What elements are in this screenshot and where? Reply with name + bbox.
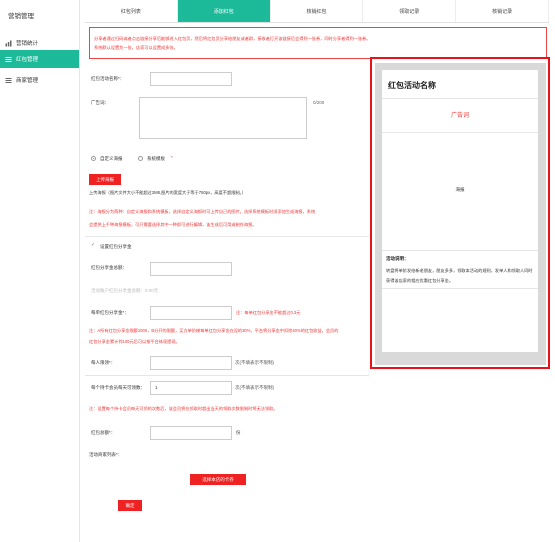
preview-divider [382,250,538,251]
system-template-radio[interactable] [138,156,143,161]
ad-text-counter: 0/200 [313,100,325,105]
tab-verify-redpacket[interactable]: 核销红包 [271,0,364,22]
notice-line: 分享者通过扫码或者点击链接分享后能够进入红包页，然后将红包页分享给朋友或者群，接… [94,36,371,41]
preview-poster: 海报 [455,187,465,192]
sidebar-item-label: 红包管理 [16,57,39,63]
sidebar-item-redpacket-management[interactable]: 红包管理 [0,50,79,68]
sidebar-item-label: 商家管理 [16,78,39,84]
per-day-label: 每个持卡会员每天可领数： [91,385,145,390]
chart-icon [5,40,12,47]
tab-add-redpacket[interactable]: 添加红包 [177,0,271,22]
share-hint-line1: 注：A所有红包分享金限额1000，B分开的限额，买方单阶梯每单红包分享金在设的3… [89,328,339,333]
system-template-label: 系统模板 [147,156,165,161]
upload-hint: 上传海报（图片文件大小不能超过2M8,图片的宽度大于等于750px，高度不超限制… [89,190,246,195]
preview-divider [382,288,538,289]
preview-card: 红包活动名称 广告词 海报 活动说明： 转盘将单阶发给新老朋友，朋友多多，领取本… [382,70,538,352]
per-day-hint: 注：设置每个持卡会员每天可领的次数后，该会员将在领取时超出当天的领取次数限制时将… [89,406,278,411]
custom-poster-label: 自定义海报 [100,156,123,161]
daily-limit-input[interactable] [150,356,232,370]
per-amount-note: 注：每单红包分享金不能超过0.3元 [236,310,301,315]
preview-ad-text: 广告词 [450,113,469,119]
preview-rules-label: 活动说明： [386,256,409,261]
sidebar-title: 营销管理 [8,13,34,20]
list-icon [5,56,12,63]
per-amount-label: 每单红包分享金*： [91,310,129,315]
upload-poster-button[interactable]: 上传海报 [89,174,121,185]
total-label: 红包总额*： [91,430,116,435]
notice-box: 分享者通过扫码或者点击链接分享后能够进入红包页，然后将红包页分享给朋友或者群，接… [89,27,547,59]
tab-bar: 红包列表 添加红包 核销红包 领取记录 核销记录 [85,0,549,23]
daily-limit-label: 每人限领*： [91,360,116,365]
preview-rules-text: 转盘将单阶发给新老朋友，朋友多多，领取本活动的规则，发单人和领取人同时获得该店家… [386,268,533,283]
section-divider [85,375,369,376]
share-hint-line2: 红包分享金累计到100元后可以按平台体现提现。 [89,339,180,344]
per-day-note: 次(不填表示不限制) [235,385,274,390]
preview-divider [382,132,538,133]
activity-name-input[interactable] [150,72,232,86]
poster-notice-line1: 注：海报分为两种：自定义海报和系统模板，选择自定义海报时可上传自己的图片。选择系… [89,209,316,214]
share-checkbox[interactable]: ✓ [91,242,95,248]
notice-line: 系统默认设置为一张，店家可以设置成多张。 [94,45,178,50]
select-coupon-button[interactable]: 选择本店的卡券 [190,474,246,485]
share-check-label: 设置红包分享金 [100,244,132,249]
merchant-list-label: 活动商家列表*： [89,452,123,457]
tab-verify-records[interactable]: 核销记录 [456,0,549,22]
activity-name-label: 红包活动名称*： [91,76,125,81]
confirm-button[interactable]: 确定 [118,500,142,511]
list-icon [5,77,12,84]
poster-notice-line2: 会提供上千种海报模板，可只需要选择其中一种即可进行编辑，该生成后可用或制作海报。 [89,222,257,227]
share-balance-text: 活动账户红包分享金总额：0.00元 [91,288,159,293]
sidebar: 营销管理 营销统计 红包管理 商家管理 [0,0,80,542]
tab-claim-records[interactable]: 领取记录 [363,0,457,22]
share-amount-input[interactable] [150,262,232,276]
preview-title: 红包活动名称 [388,81,436,90]
share-amount-label: 红包分享金总额： [91,265,127,270]
per-day-input[interactable]: 1 [150,381,232,395]
sidebar-item-label: 营销统计 [16,41,39,47]
ad-text-textarea[interactable] [139,97,307,139]
daily-limit-note: 次(不填表示不限制) [235,360,274,365]
ad-text-label: 广告词： [91,100,109,105]
section-divider [85,236,369,237]
sidebar-item-merchant-management[interactable]: 商家管理 [0,71,79,89]
total-unit: 份 [236,430,241,435]
preview-divider [382,98,538,99]
total-input[interactable] [150,426,232,440]
per-amount-input[interactable] [150,306,232,320]
tab-redpacket-list[interactable]: 红包列表 [85,0,178,22]
custom-poster-radio[interactable] [91,156,96,161]
required-asterisk: * [171,155,173,160]
